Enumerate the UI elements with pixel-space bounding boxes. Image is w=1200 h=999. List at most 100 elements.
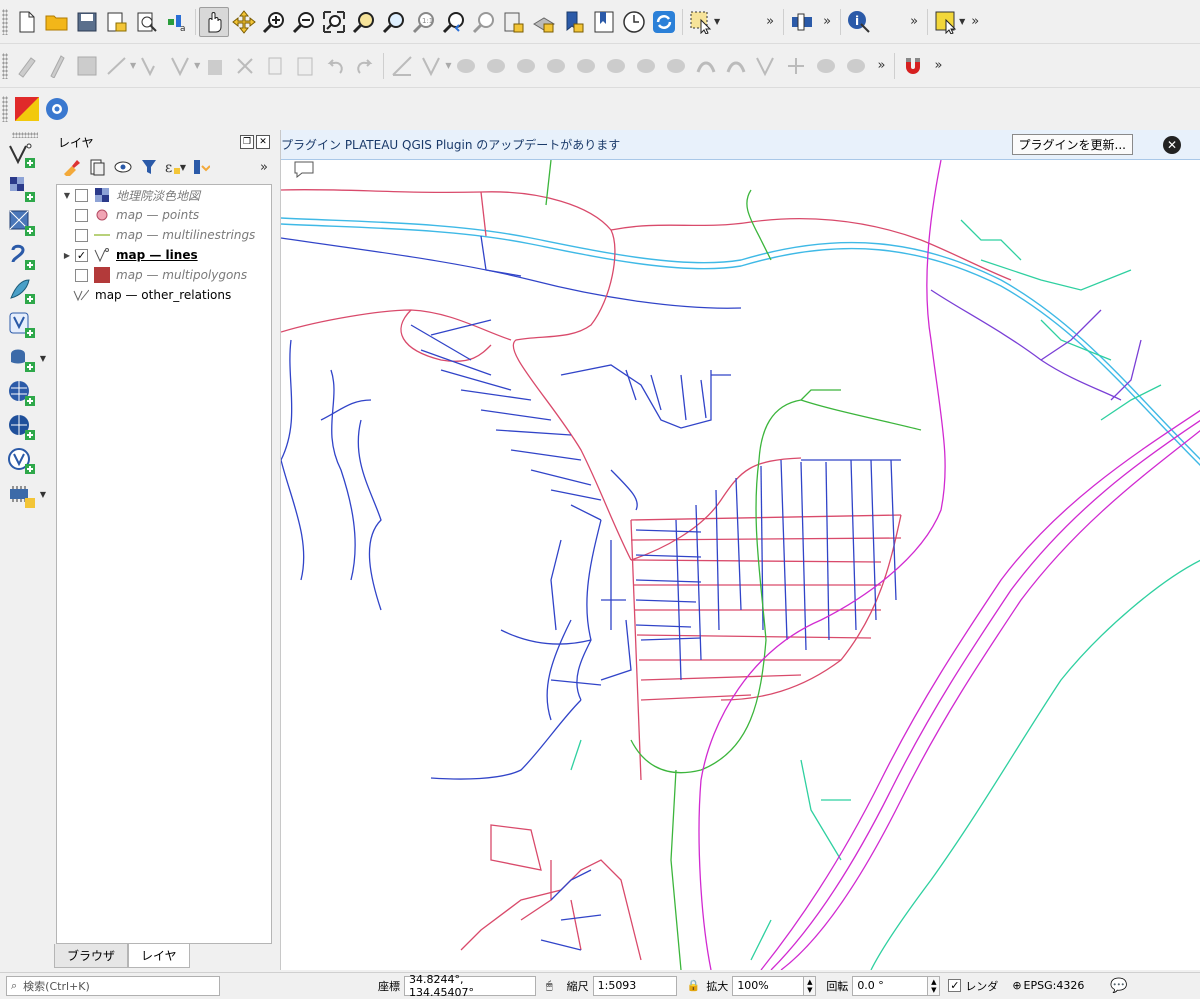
style-manager-icon[interactable]	[132, 7, 162, 37]
add-service-layer-icon[interactable]: ▼	[4, 478, 46, 512]
layer-item-basemap[interactable]: ▼ 地理院淡色地図	[57, 185, 271, 205]
more-layer-tools-button[interactable]: »	[254, 160, 274, 175]
add-ring-icon[interactable]	[571, 51, 601, 81]
select-features-icon[interactable]	[686, 7, 716, 37]
show-bookmarks-icon[interactable]	[589, 7, 619, 37]
new-project-icon[interactable]	[12, 7, 42, 37]
zoom-to-layer-icon[interactable]	[379, 7, 409, 37]
toggle-editing-icon[interactable]	[42, 51, 72, 81]
layer-item-points[interactable]: map — points	[57, 205, 271, 225]
add-delimited-text-icon[interactable]	[4, 240, 40, 274]
new-bookmark-icon[interactable]	[559, 7, 589, 37]
identify-icon[interactable]: i	[844, 7, 874, 37]
copy-features-icon[interactable]	[260, 51, 290, 81]
add-raster-layer-icon[interactable]	[4, 172, 40, 206]
pan-map-icon[interactable]	[199, 6, 229, 37]
select-dropdown-icon[interactable]: ▼	[714, 17, 720, 26]
close-panel-icon[interactable]: ✕	[256, 135, 270, 149]
refresh-icon[interactable]	[649, 7, 679, 37]
layer-visibility-checkbox[interactable]	[75, 188, 88, 202]
zoom-next-icon[interactable]	[469, 7, 499, 37]
attributes-icon[interactable]	[787, 7, 817, 37]
modify-attributes-icon[interactable]	[166, 51, 196, 81]
simplify-icon[interactable]	[541, 51, 571, 81]
add-wms-layer-icon[interactable]	[4, 376, 40, 410]
merge-attributes-icon[interactable]	[841, 51, 871, 81]
settings-gear-icon[interactable]	[42, 94, 72, 124]
zoom-out-icon[interactable]	[289, 7, 319, 37]
digitize-line-icon[interactable]	[102, 51, 132, 81]
more-identify-button[interactable]: »	[904, 14, 924, 29]
layer-item-multilinestrings[interactable]: map — multilinestrings	[57, 225, 271, 245]
magnifier-spinner[interactable]: ▲ ▼	[804, 975, 817, 996]
offset-curve-icon[interactable]	[721, 51, 751, 81]
extents-toggle-icon[interactable]: 🖱	[546, 979, 553, 993]
layer-visibility-checkbox-checked[interactable]: ✓	[75, 248, 88, 262]
zoom-full-icon[interactable]	[319, 7, 349, 37]
add-postgis-icon[interactable]: ▼	[4, 342, 46, 376]
reshape-icon[interactable]	[691, 51, 721, 81]
delete-ring-icon[interactable]	[661, 51, 691, 81]
crs-label[interactable]: EPSG:4326	[1024, 979, 1085, 992]
collapse-arrow-icon[interactable]: ▼	[61, 191, 73, 200]
more-tools-button[interactable]: »	[760, 14, 780, 29]
locator-search[interactable]: ⌕ 検索(Ctrl+K)	[6, 975, 220, 996]
merge-features-icon[interactable]	[811, 51, 841, 81]
move-feature-icon[interactable]	[451, 51, 481, 81]
rotation-field[interactable]: 0.0 °	[852, 975, 929, 996]
layer-item-multipolygons[interactable]: map — multipolygons	[57, 265, 271, 285]
coordinate-field[interactable]: 34.8244°, 134.45407°	[404, 973, 536, 999]
layer-visibility-checkbox[interactable]	[75, 228, 88, 242]
filter-legend-icon[interactable]	[138, 156, 160, 178]
more-digitizing-button[interactable]: »	[871, 58, 891, 73]
save-edits-icon[interactable]	[72, 51, 102, 81]
add-vector-layer-icon[interactable]	[4, 138, 40, 172]
redo-icon[interactable]	[350, 51, 380, 81]
more-selection-button[interactable]: »	[965, 14, 985, 29]
zoom-in-icon[interactable]	[259, 7, 289, 37]
rotation-spinner[interactable]: ▲ ▼	[928, 975, 941, 996]
copy-move-icon[interactable]	[481, 51, 511, 81]
plateau-plugin-icon[interactable]	[12, 94, 42, 124]
close-message-icon[interactable]: ✕	[1163, 135, 1181, 154]
crs-globe-icon[interactable]: ⊕	[1012, 979, 1021, 992]
zoom-native-icon[interactable]: 1:1	[409, 7, 439, 37]
shape-digitizing-icon[interactable]	[417, 51, 447, 81]
add-part-icon[interactable]	[601, 51, 631, 81]
map-canvas[interactable]: プラグイン PLATEAU QGIS Plugin のアップデートがあります プ…	[280, 130, 1200, 970]
vertex-tool-icon[interactable]	[136, 51, 166, 81]
add-spatialite-icon[interactable]	[4, 274, 40, 308]
layer-styling-icon[interactable]	[60, 156, 82, 178]
split-features-icon[interactable]	[751, 51, 781, 81]
add-vector-tile-icon[interactable]	[4, 444, 40, 478]
new-map-view-icon[interactable]	[499, 7, 529, 37]
cut-features-icon[interactable]	[230, 51, 260, 81]
manage-visibility-icon[interactable]	[112, 156, 134, 178]
tab-browser[interactable]: ブラウザ	[54, 944, 129, 968]
expand-all-icon[interactable]	[190, 156, 212, 178]
tab-layers[interactable]: レイヤ	[128, 944, 190, 968]
current-edits-icon[interactable]	[12, 51, 42, 81]
paste-features-icon[interactable]	[290, 51, 320, 81]
more-snapping-button[interactable]: »	[928, 58, 948, 73]
expand-arrow-icon[interactable]: ▶	[61, 251, 73, 260]
layer-visibility-checkbox[interactable]	[75, 268, 88, 282]
temporal-controller-icon[interactable]	[619, 7, 649, 37]
save-project-icon[interactable]	[72, 7, 102, 37]
messages-icon[interactable]: 💬	[1110, 978, 1127, 994]
new-3d-map-icon[interactable]	[529, 7, 559, 37]
render-checkbox[interactable]: ✓	[948, 979, 962, 992]
toolbar-grip[interactable]	[2, 8, 8, 35]
pan-to-selection-icon[interactable]	[229, 7, 259, 37]
snapping-magnet-icon[interactable]	[898, 51, 928, 81]
layer-visibility-checkbox[interactable]	[75, 208, 88, 222]
add-virtual-layer-icon[interactable]	[4, 308, 40, 342]
delete-selected-icon[interactable]	[200, 51, 230, 81]
zoom-to-selection-icon[interactable]	[349, 7, 379, 37]
add-wfs-layer-icon[interactable]	[4, 410, 40, 444]
float-panel-icon[interactable]: ❐	[240, 135, 254, 149]
new-print-layout-icon[interactable]	[102, 7, 132, 37]
add-group-icon[interactable]	[86, 156, 108, 178]
filter-expression-icon[interactable]: ε ▼	[164, 156, 186, 178]
add-mesh-layer-icon[interactable]	[4, 206, 40, 240]
